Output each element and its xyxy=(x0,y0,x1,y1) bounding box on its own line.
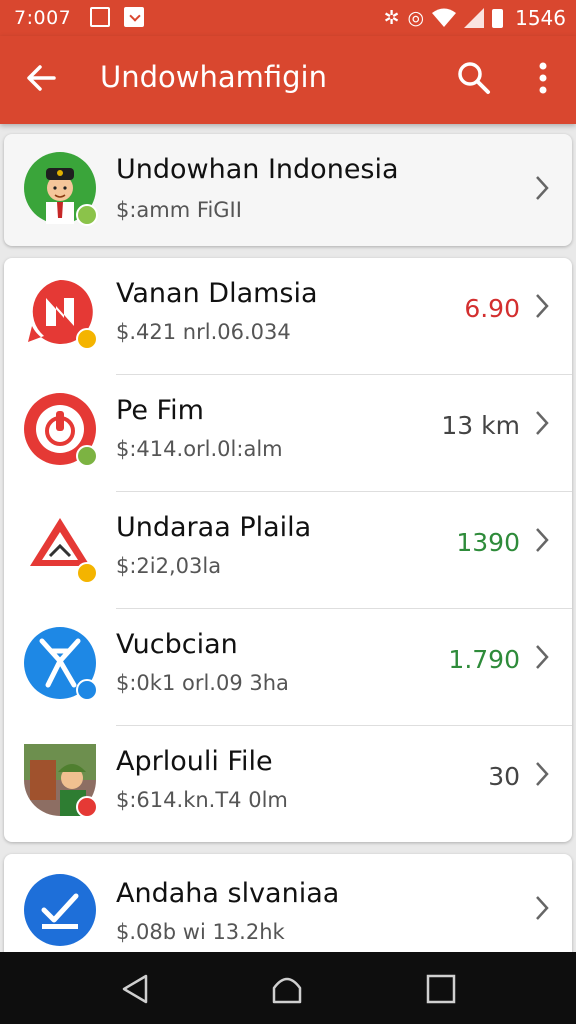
search-icon xyxy=(458,62,490,94)
list-item-title: Pe Fim xyxy=(116,395,204,426)
back-arrow-icon xyxy=(27,65,56,91)
list-item[interactable]: Vanan Dlamsia $.421 nrl.06.034 6.90 xyxy=(4,258,572,375)
featured-item-card[interactable]: Undowhan Indonesia $:amm FiGII xyxy=(4,134,572,246)
status-badge xyxy=(76,328,98,350)
list-item[interactable]: Andaha slvaniaa $.08b wi 13.2hk xyxy=(4,854,572,964)
list-item-subtitle: $:0k1 orl.09 3ha xyxy=(116,671,289,695)
status-badge xyxy=(76,445,98,467)
chevron-right-icon xyxy=(536,896,549,920)
list-item-title: Vanan Dlamsia xyxy=(116,278,318,309)
list-item-subtitle: $:414.orl.0l:alm xyxy=(116,437,283,461)
vibrate-icon: ✲ xyxy=(383,7,400,29)
status-badge xyxy=(76,679,98,701)
nav-home-button[interactable] xyxy=(270,972,304,1006)
status-time: 7:007 xyxy=(14,7,72,29)
overflow-menu-button[interactable] xyxy=(526,58,560,98)
figure-icon xyxy=(24,627,98,701)
back-button[interactable] xyxy=(22,58,62,98)
list-item[interactable]: Vucbcian $:0k1 orl.09 3ha 1.790 xyxy=(4,609,572,726)
system-nav-bar xyxy=(0,952,576,1024)
list-item-subtitle: $.08b wi 13.2hk xyxy=(116,920,285,944)
list-item-value: 30 xyxy=(488,762,520,791)
nav-recents-button[interactable] xyxy=(424,972,458,1006)
featured-item-title: Undowhan Indonesia xyxy=(116,154,399,185)
nav-recents-icon xyxy=(426,974,456,1004)
more-vert-icon xyxy=(539,62,547,94)
list-item-title: Aprlouli File xyxy=(116,746,273,777)
status-badge xyxy=(76,204,98,226)
status-badge xyxy=(76,562,98,584)
list-item[interactable]: Aprlouli File $:614.kn.T4 0lm 30 xyxy=(4,726,572,843)
brand-n-icon xyxy=(24,276,98,350)
list-item-title: Andaha slvaniaa xyxy=(116,878,340,909)
list-item-subtitle: $:614.kn.T4 0lm xyxy=(116,788,288,812)
list-item-title: Vucbcian xyxy=(116,629,238,660)
search-button[interactable] xyxy=(454,58,494,98)
chevron-right-icon xyxy=(536,528,549,552)
status-badge xyxy=(76,796,98,818)
list-item-value: 13 km xyxy=(441,411,520,440)
warning-triangle-icon xyxy=(24,510,98,584)
signal-icon xyxy=(464,8,485,28)
list-item-value: 6.90 xyxy=(464,294,520,323)
status-clock: 1546 xyxy=(515,6,566,30)
alarm-icon: ◎ xyxy=(407,7,425,29)
list-item-subtitle: $.421 nrl.06.034 xyxy=(116,320,291,344)
app-bar: Undowhamfigin xyxy=(0,36,576,124)
checklist-icon xyxy=(24,874,96,946)
image-icon xyxy=(90,7,110,27)
nav-back-button[interactable] xyxy=(118,972,152,1006)
power-icon xyxy=(24,393,98,467)
person-avatar-icon xyxy=(24,152,98,226)
list-item-subtitle: $:2i2,03la xyxy=(116,554,222,578)
chevron-right-icon xyxy=(536,645,549,669)
list-item[interactable]: Pe Fim $:414.orl.0l:alm 13 km xyxy=(4,375,572,492)
photo-avatar-icon xyxy=(24,744,98,818)
battery-icon xyxy=(492,8,504,28)
featured-item-subtitle: $:amm FiGII xyxy=(116,198,242,222)
nav-back-icon xyxy=(122,974,148,1004)
chevron-right-icon xyxy=(536,176,549,200)
status-bar: 7:007 ✲ ◎ 1546 xyxy=(0,0,576,36)
item-list: Vanan Dlamsia $.421 nrl.06.034 6.90 Pe F… xyxy=(4,258,572,842)
list-item-title: Undaraa Plaila xyxy=(116,512,312,543)
page-title: Undowhamfigin xyxy=(100,60,327,94)
download-icon xyxy=(124,7,144,27)
list-item-value: 1390 xyxy=(456,528,520,557)
wifi-icon xyxy=(432,8,457,27)
list-item-value: 1.790 xyxy=(448,645,520,674)
chevron-right-icon xyxy=(536,411,549,435)
list-item[interactable]: Undaraa Plaila $:2i2,03la 1390 xyxy=(4,492,572,609)
chevron-right-icon xyxy=(536,762,549,786)
chevron-right-icon xyxy=(536,294,549,318)
nav-home-icon xyxy=(272,977,302,1004)
